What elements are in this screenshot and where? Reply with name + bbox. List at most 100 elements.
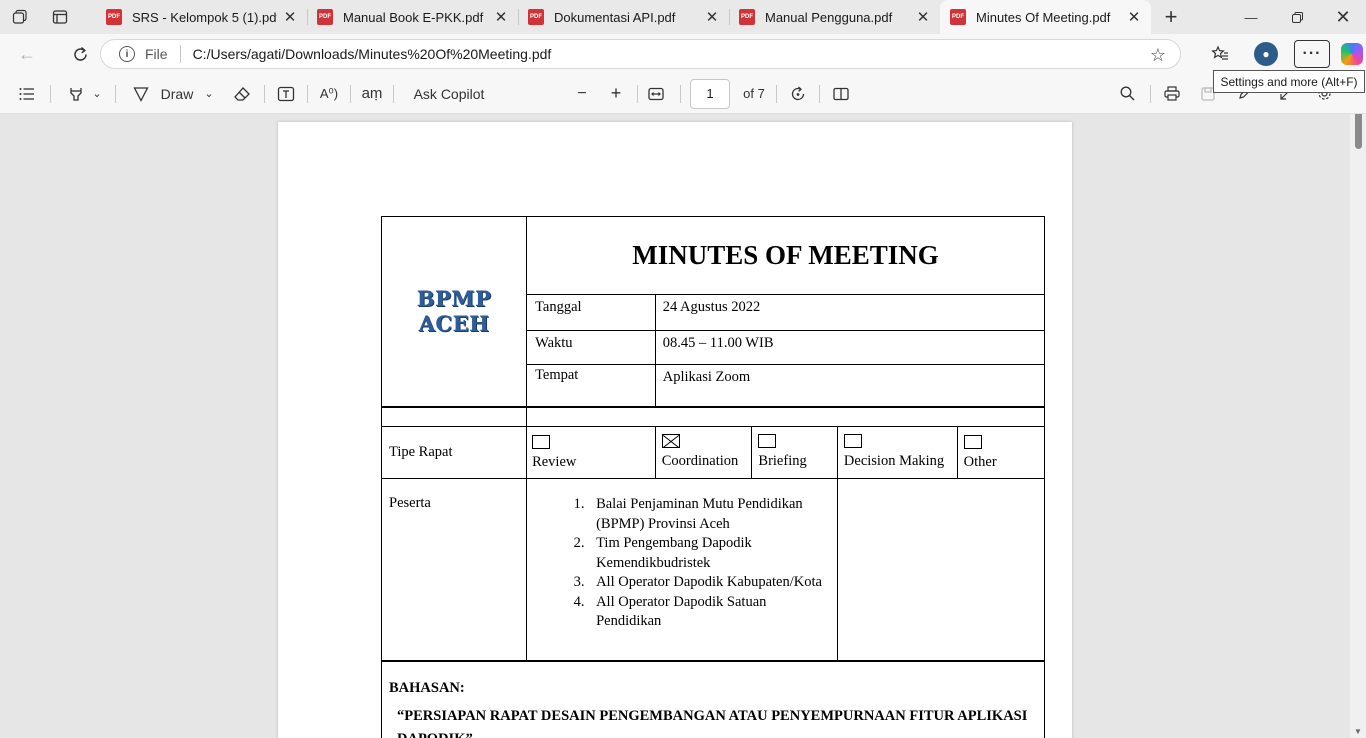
list-item: All Operator Dapodik Satuan Pendidikan bbox=[588, 593, 830, 632]
draw-icon[interactable] bbox=[128, 78, 154, 110]
field-label-tempat: Tempat bbox=[526, 364, 656, 407]
settings-tooltip: Settings and more (Alt+F) bbox=[1213, 70, 1365, 93]
tab-title: Manual Book E-PKK.pdf bbox=[343, 9, 484, 25]
pdf-icon: PDF bbox=[106, 9, 122, 25]
draw-button[interactable]: Draw bbox=[154, 78, 200, 110]
close-tab-icon[interactable]: ✕ bbox=[1121, 4, 1147, 30]
pdf-icon: PDF bbox=[528, 9, 544, 25]
spacer-cell bbox=[526, 405, 1045, 427]
meeting-type-label: Briefing bbox=[758, 453, 807, 469]
peserta-label: Peserta bbox=[380, 478, 528, 661]
restore-icon[interactable] bbox=[1274, 0, 1320, 34]
meeting-type-label: Coordination bbox=[661, 453, 739, 469]
translate-icon[interactable]: aṃ bbox=[355, 78, 389, 110]
bahasan-text: “PERSIAPAN RAPAT DESAIN PENGEMBANGAN ATA… bbox=[397, 707, 1028, 738]
page-number-input[interactable]: 1 bbox=[690, 78, 730, 109]
ask-copilot-button[interactable]: Ask Copilot bbox=[406, 78, 492, 110]
page-total-label: of 7 bbox=[743, 86, 765, 101]
tab-title: Manual Pengguna.pdf bbox=[765, 9, 893, 25]
address-toolbar: ← i File C:/Users/agati/Downloads/Minute… bbox=[0, 34, 1366, 74]
checkbox-coordination-checked bbox=[661, 434, 680, 448]
pdf-icon: PDF bbox=[739, 9, 755, 25]
favorite-star-icon[interactable]: ☆ bbox=[1150, 45, 1166, 66]
fit-to-page-icon[interactable] bbox=[642, 78, 670, 110]
logo-cell: BPMP ACEH bbox=[380, 216, 528, 407]
eraser-icon[interactable] bbox=[226, 78, 258, 110]
zoom-out-icon[interactable]: − bbox=[567, 78, 597, 110]
meeting-type-decision-making: Decision Making bbox=[836, 426, 958, 479]
zoom-in-icon[interactable]: + bbox=[601, 78, 631, 110]
copilot-icon[interactable] bbox=[1334, 36, 1366, 72]
scroll-down-icon[interactable]: ▼ bbox=[1353, 727, 1363, 736]
close-window-icon[interactable]: ✕ bbox=[1320, 0, 1366, 34]
tab-2[interactable]: PDF Manual Book E-PKK.pdf ✕ bbox=[307, 0, 518, 34]
print-icon[interactable] bbox=[1159, 78, 1185, 110]
checkbox-decision-making bbox=[843, 434, 862, 448]
rotate-icon[interactable] bbox=[783, 78, 813, 110]
minimize-icon[interactable]: — bbox=[1228, 0, 1274, 34]
chevron-down-icon[interactable]: ⌄ bbox=[200, 78, 218, 110]
tab-strip: PDF SRS - Kelompok 5 (1).pdf ✕ PDF Manual Bo… bbox=[0, 0, 1366, 34]
pdf-page: BPMP ACEH MINUTES OF MEETING Tanggal 24 … bbox=[278, 122, 1072, 738]
meeting-type-other: Other bbox=[956, 426, 1046, 479]
list-item: Tim Pengembang Dapodik Kemendikbudristek bbox=[588, 534, 830, 573]
refresh-icon[interactable] bbox=[62, 36, 98, 72]
page-view-icon[interactable] bbox=[826, 78, 856, 110]
highlight-icon[interactable] bbox=[63, 78, 89, 110]
search-icon[interactable] bbox=[1114, 78, 1140, 110]
close-tab-icon[interactable]: ✕ bbox=[488, 4, 514, 30]
tab-1[interactable]: PDF SRS - Kelompok 5 (1).pdf ✕ bbox=[96, 0, 307, 34]
close-tab-icon[interactable]: ✕ bbox=[277, 4, 303, 30]
close-tab-icon[interactable]: ✕ bbox=[699, 4, 725, 30]
avatar: ● bbox=[1254, 42, 1278, 66]
tab-title: SRS - Kelompok 5 (1).pdf bbox=[132, 9, 277, 25]
meeting-type-briefing: Briefing bbox=[751, 426, 838, 479]
pdf-toolbar: ⌄ Draw ⌄ A⁰) aṃ Ask Copilot − + 1 of 7 bbox=[0, 74, 1366, 114]
pdf-viewer[interactable]: BPMP ACEH MINUTES OF MEETING Tanggal 24 … bbox=[0, 114, 1366, 738]
tab-actions-icon[interactable] bbox=[40, 0, 80, 34]
contents-icon[interactable] bbox=[10, 78, 44, 110]
workspaces-icon[interactable] bbox=[0, 0, 40, 34]
tab-4[interactable]: PDF Manual Pengguna.pdf ✕ bbox=[729, 0, 940, 34]
field-value-tanggal: 24 Agustus 2022 bbox=[654, 294, 1046, 331]
info-icon[interactable]: i bbox=[119, 46, 135, 62]
meeting-type-coordination: Coordination bbox=[654, 426, 753, 479]
tab-3[interactable]: PDF Dokumentasi API.pdf ✕ bbox=[518, 0, 729, 34]
checkbox-briefing bbox=[758, 434, 777, 448]
list-item: All Operator Dapodik Kabupaten/Kota bbox=[588, 573, 830, 593]
document-title: MINUTES OF MEETING bbox=[632, 240, 939, 270]
spacer-cell bbox=[380, 405, 528, 427]
peserta-cell: Balai Penjaminan Mutu Pendidikan (BPMP) … bbox=[526, 478, 838, 661]
tab-5[interactable]: PDF Minutes Of Meeting.pdf ✕ bbox=[940, 0, 1151, 34]
field-value-waktu: 08.45 – 11.00 WIB bbox=[654, 330, 1046, 365]
more-dots-icon: ··· bbox=[1294, 40, 1330, 68]
address-bar[interactable]: i File C:/Users/agati/Downloads/Minutes%… bbox=[100, 39, 1181, 69]
scrollbar[interactable]: ▲ ▼ bbox=[1350, 114, 1366, 738]
favorites-icon[interactable] bbox=[1202, 36, 1238, 72]
back-icon[interactable]: ← bbox=[9, 36, 45, 72]
tipe-rapat-label: Tipe Rapat bbox=[380, 426, 528, 479]
read-aloud-icon[interactable]: A⁰) bbox=[312, 78, 346, 110]
tab-title: Minutes Of Meeting.pdf bbox=[976, 9, 1111, 25]
new-tab-button[interactable]: + bbox=[1151, 0, 1191, 34]
close-tab-icon[interactable]: ✕ bbox=[910, 4, 936, 30]
text-box-icon[interactable] bbox=[271, 78, 301, 110]
tab-title: Dokumentasi API.pdf bbox=[554, 9, 676, 25]
meeting-type-label: Review bbox=[532, 454, 577, 470]
bahasan-cell: BAHASAN: “PERSIAPAN RAPAT DESAIN PENGEMB… bbox=[381, 659, 1045, 738]
field-label-tanggal: Tanggal bbox=[526, 294, 656, 331]
chevron-down-icon[interactable]: ⌄ bbox=[89, 78, 105, 110]
omnibox-divider bbox=[179, 45, 181, 63]
profile-avatar[interactable]: ● bbox=[1248, 36, 1284, 72]
url-text[interactable]: C:/Users/agati/Downloads/Minutes%20Of%20… bbox=[193, 46, 552, 62]
scroll-thumb[interactable] bbox=[1355, 114, 1362, 149]
empty-cell bbox=[836, 478, 1046, 661]
meeting-type-label: Decision Making bbox=[843, 453, 945, 469]
list-item: Balai Penjaminan Mutu Pendidikan (BPMP) … bbox=[588, 495, 830, 534]
field-value-tempat: Aplikasi Zoom bbox=[654, 364, 1046, 407]
settings-and-more-button[interactable]: ··· bbox=[1294, 36, 1330, 72]
minutes-table: BPMP ACEH MINUTES OF MEETING Tanggal 24 … bbox=[380, 216, 1046, 738]
scheme-label: File bbox=[145, 46, 168, 62]
pdf-icon: PDF bbox=[317, 9, 333, 25]
title-cell: MINUTES OF MEETING bbox=[526, 216, 1045, 295]
